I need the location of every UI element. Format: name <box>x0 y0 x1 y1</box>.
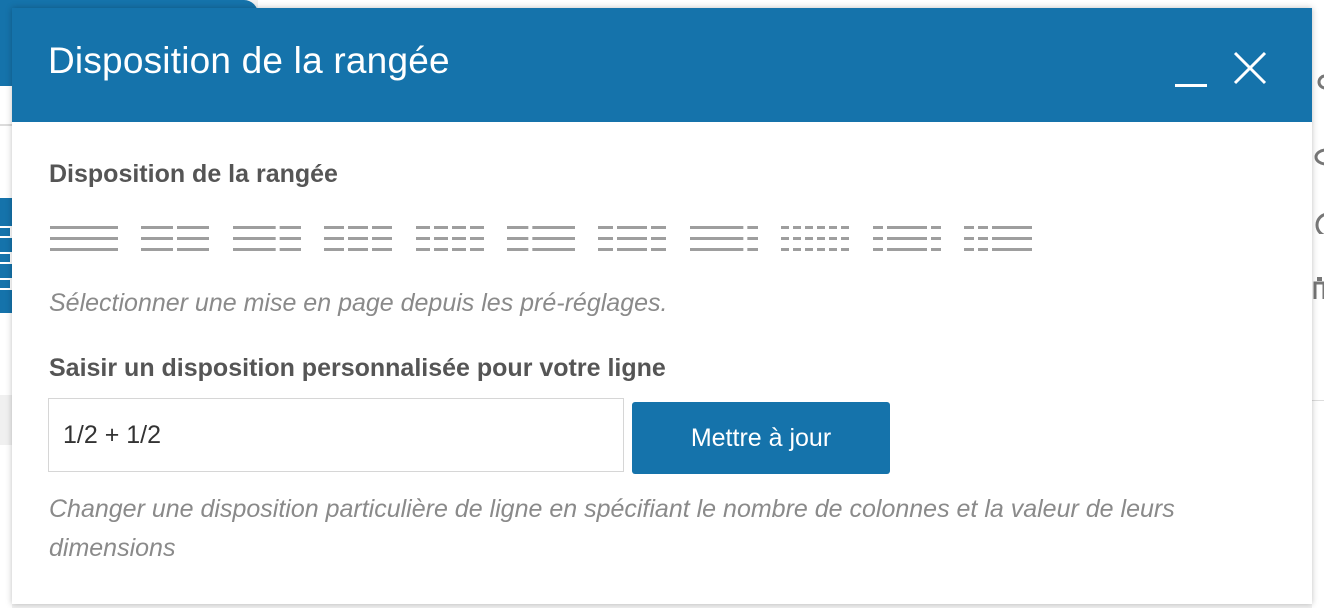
layout-preset-9[interactable] <box>781 222 853 258</box>
layout-preset-icon <box>415 226 484 251</box>
update-button[interactable]: Mettre à jour <box>632 402 890 474</box>
custom-layout-help-text: Changer une disposition particulière de … <box>49 495 1175 562</box>
dialog-header: Disposition de la rangée <box>12 8 1312 122</box>
close-icon <box>1233 51 1267 85</box>
minimize-icon <box>1175 84 1207 87</box>
layout-preset-icon <box>141 226 210 251</box>
link-icon <box>1317 74 1324 90</box>
layout-preset-7[interactable] <box>598 222 670 258</box>
layout-preset-6[interactable] <box>507 222 579 258</box>
layout-preset-icon <box>872 226 941 251</box>
layout-preset-2[interactable] <box>141 222 213 258</box>
layout-preset-icon <box>781 226 850 251</box>
layout-preset-icon <box>50 226 118 251</box>
layout-preset-3[interactable] <box>232 222 305 258</box>
layout-preset-icon <box>324 226 393 251</box>
background-layout-icon <box>0 198 12 313</box>
custom-layout-label: Saisir un disposition personnalisée pour… <box>49 354 666 382</box>
background-divider <box>0 124 12 126</box>
layout-preset-5[interactable] <box>415 222 488 258</box>
custom-layout-input[interactable] <box>48 398 624 472</box>
layout-preset-icon <box>689 226 758 251</box>
layout-preset-10[interactable] <box>872 222 945 258</box>
minimize-button[interactable] <box>1174 54 1208 88</box>
layout-preset-icon <box>964 226 1032 251</box>
layout-preset-icon <box>232 226 301 251</box>
layout-preset-8[interactable] <box>689 222 762 258</box>
background-divider <box>1312 400 1324 401</box>
refresh-icon <box>1315 213 1324 234</box>
layout-preset-icon <box>598 226 667 251</box>
layout-preset-1[interactable] <box>50 222 122 258</box>
layout-preset-4[interactable] <box>324 222 396 258</box>
preset-section-label: Disposition de la rangée <box>49 160 338 188</box>
preset-help-text: Sélectionner une mise en page depuis les… <box>49 289 668 317</box>
background-right-panel <box>1312 0 1324 608</box>
row-layout-dialog: Disposition de la rangée Disposition de … <box>12 8 1312 604</box>
background-left-panel <box>0 86 12 608</box>
layout-preset-11[interactable] <box>964 222 1036 258</box>
close-button[interactable] <box>1232 50 1268 86</box>
background-left-band <box>0 395 12 445</box>
background-strip <box>258 0 1324 8</box>
trash-icon <box>1313 277 1324 299</box>
dialog-title: Disposition de la rangée <box>48 40 450 81</box>
layout-preset-icon <box>507 226 575 251</box>
eye-icon <box>1314 148 1324 166</box>
